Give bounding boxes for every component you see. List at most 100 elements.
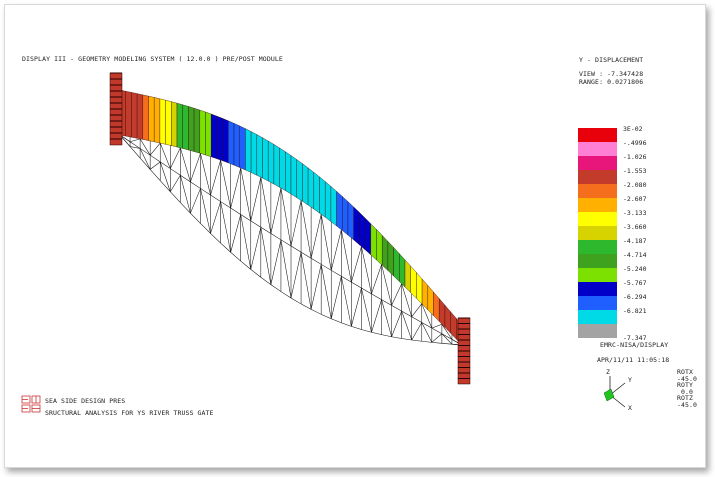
diagonal-member [401,311,412,341]
skin-panel [188,106,195,152]
bottom-chord [170,191,181,203]
skin-panel [336,190,343,231]
diagonal-member [391,310,402,337]
diagonal-member [150,161,161,170]
diagonal-member [441,333,453,345]
skin-panel [182,104,189,151]
skin-panel [211,113,218,159]
mid-chord [351,281,362,289]
mid-chord [250,220,261,228]
company-logo [21,395,41,413]
skin-panel [279,147,286,191]
diagonal-member [170,147,181,169]
skin-panel [136,93,143,140]
mid-chord [391,305,402,312]
analysis-subtitle: SRUCTURAL ANALYSIS FOR YS RIVER TRUSS GA… [45,409,214,417]
diagonal-member [210,159,221,196]
skin-panel [193,107,200,154]
skin-panel [165,99,172,146]
skin-panel [245,128,252,173]
skin-panel [131,92,138,139]
diagonal-member [391,283,402,306]
bottom-chord [149,169,161,181]
bottom-chord [351,326,362,330]
mid-chord [260,227,272,234]
diagonal-member [381,299,392,337]
bottom-chord [321,314,332,320]
legend-swatch [578,226,617,240]
bottom-chord [431,342,442,344]
diagonal-member [320,214,332,271]
skin-panel [285,151,292,195]
bottom-chord [391,336,402,339]
skin-panel [330,185,337,227]
bottom-chord [310,309,322,315]
diagonal-member [361,287,372,333]
legend-swatch [578,198,617,212]
bottom-chord [190,212,201,224]
legend-swatch [578,184,617,198]
skin-panel [302,163,309,206]
skin-panel [421,278,428,311]
diagonal-member [411,303,422,317]
displacement-contour-panels [109,72,471,385]
diagonal-member [170,175,181,192]
triad-y-label: Y [628,376,633,384]
legend-value: 3E-02 [623,125,643,133]
skin-panel [290,155,297,198]
legend-value: -.4996 [623,139,647,147]
diagonal-member [190,153,201,182]
diagonal-member [371,264,382,294]
skin-panel [416,272,423,305]
skin-panel [239,125,246,171]
bottom-chord [200,223,211,234]
legend-value: -5.240 [623,265,647,273]
mid-chord [280,239,292,247]
diagonal-member [210,201,221,234]
skin-panel [256,134,263,179]
diagonal-member [260,177,272,234]
diagonal-member [431,323,442,329]
legend-swatch [578,142,617,156]
diagonal-member [351,287,362,327]
legend-value: -5.767 [623,279,647,287]
diagonal-member [431,333,443,343]
skin-panel [427,284,434,317]
diagonal-member [300,252,312,310]
legend-value: -6.821 [623,307,647,315]
legend-value: -3.133 [623,209,647,217]
mid-chord [210,194,221,202]
legend-swatch [578,212,617,226]
mid-chord [170,168,181,176]
skin-panel [325,181,332,222]
mid-chord [431,327,443,334]
legend-swatch [578,310,617,324]
rotation-readout: ROTX -45.0 ROTY 0.0 ROTZ -45.0 [677,369,698,409]
rotation-line: -45.0 [677,400,698,409]
bottom-chord [280,291,292,299]
skin-panel [399,253,406,288]
mid-chord [190,181,201,189]
triad-z-label: Z [606,368,611,376]
skin-panel [376,229,383,266]
diagonal-member [290,252,302,299]
legend-swatch [578,268,617,282]
diagonal-member [230,214,241,253]
diagonal-member [270,187,282,234]
legend-swatch [578,128,617,142]
skin-panel [233,123,240,168]
legend-swatch [578,324,617,338]
mid-chord [441,333,453,340]
bottom-chord [341,322,352,327]
skin-panel [433,291,440,322]
diagonal-member [240,167,252,221]
mid-chord [341,276,352,283]
skin-panel [142,94,149,141]
legend-row: -6.821 [578,307,698,324]
diagonal-member [159,161,171,192]
legend-value: -1.553 [623,167,647,175]
skin-panel [364,217,371,256]
skin-panel [176,102,183,149]
diagonal-member [250,227,262,270]
bottom-chord [250,269,261,278]
